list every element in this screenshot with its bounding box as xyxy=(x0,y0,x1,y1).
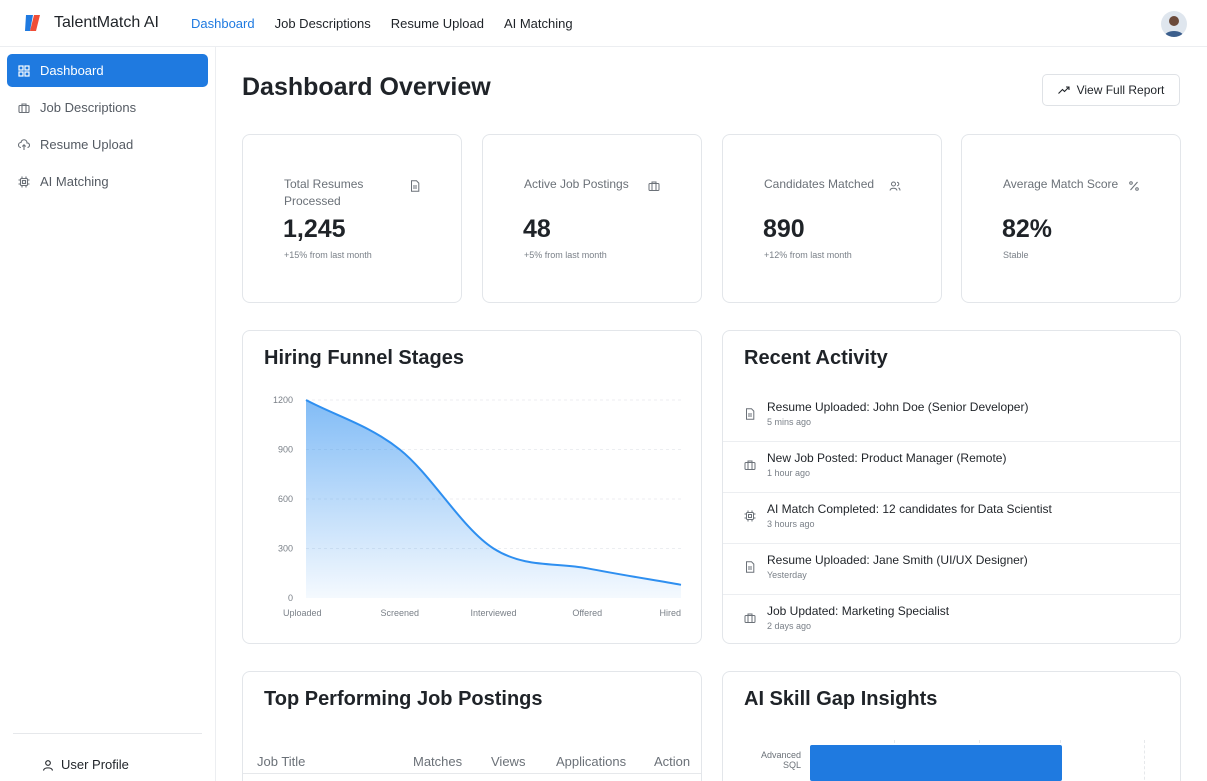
sidebar-item-label: Resume Upload xyxy=(40,137,134,152)
sidebar-item-dashboard[interactable]: Dashboard xyxy=(7,54,208,87)
page-title: Dashboard Overview xyxy=(242,73,491,101)
topnav-ai-matching[interactable]: AI Matching xyxy=(504,16,573,31)
trending-up-icon xyxy=(1057,85,1070,95)
stat-change: +5% from last month xyxy=(524,250,607,260)
y-tick-label: 0 xyxy=(288,593,293,603)
activity-item[interactable]: Job Updated: Marketing Specialist 2 days… xyxy=(723,595,1180,643)
stat-card-candidates-matched: Candidates Matched 890 +12% from last mo… xyxy=(722,134,942,303)
y-tick-label: 1200 xyxy=(273,395,293,405)
skill-bar[interactable] xyxy=(810,745,1062,781)
x-tick-label: Offered xyxy=(572,608,602,618)
stat-change: +12% from last month xyxy=(764,250,852,260)
activity-text: Resume Uploaded: John Doe (Senior Develo… xyxy=(767,400,1029,414)
view-full-report-button[interactable]: View Full Report xyxy=(1042,74,1180,106)
column-header-applications[interactable]: Applications xyxy=(556,754,626,769)
hiring-funnel-card: Hiring Funnel Stages 0 300 600 900 1200 Uploa… xyxy=(242,330,702,644)
stat-change: +15% from last month xyxy=(284,250,372,260)
sidebar-divider xyxy=(13,733,202,734)
stat-value: 1,245 xyxy=(283,215,346,243)
percent-icon xyxy=(1128,180,1140,192)
stat-value: 48 xyxy=(523,215,551,243)
grid-line xyxy=(1144,740,1145,781)
stat-card-active-jobs: Active Job Postings 48 +5% from last mon… xyxy=(482,134,702,303)
cloud-upload-icon xyxy=(18,138,30,151)
column-header-job-title[interactable]: Job Title xyxy=(257,754,305,769)
activity-item[interactable]: New Job Posted: Product Manager (Remote)… xyxy=(723,442,1180,493)
activity-text: New Job Posted: Product Manager (Remote) xyxy=(767,451,1007,465)
activity-item[interactable]: Resume Uploaded: John Doe (Senior Develo… xyxy=(723,391,1180,442)
top-nav: Dashboard Job Descriptions Resume Upload… xyxy=(191,16,573,31)
cpu-icon xyxy=(18,176,30,188)
briefcase-icon xyxy=(744,459,756,471)
y-tick-label: 600 xyxy=(278,494,293,504)
stat-label: Total Resumes Processed xyxy=(284,177,364,208)
activity-time: 2 days ago xyxy=(767,621,812,631)
app-name[interactable]: TalentMatch AI xyxy=(54,14,159,32)
activity-text: AI Match Completed: 12 candidates for Da… xyxy=(767,502,1052,516)
activity-time: 1 hour ago xyxy=(767,468,811,478)
cpu-icon xyxy=(744,510,756,522)
card-title: Top Performing Job Postings xyxy=(264,688,543,710)
table-header-divider xyxy=(243,773,701,774)
activity-item[interactable]: AI Match Completed: 12 candidates for Da… xyxy=(723,493,1180,544)
x-tick-label: Screened xyxy=(380,608,419,618)
profile-label: User Profile xyxy=(61,757,129,772)
file-icon xyxy=(744,561,756,573)
stat-card-average-match: Average Match Score 82% Stable xyxy=(961,134,1181,303)
skill-label: Advanced SQL xyxy=(760,750,801,770)
stat-label: Candidates Matched xyxy=(764,177,875,191)
stat-card-total-resumes: Total Resumes Processed 1,245 +15% from … xyxy=(242,134,462,303)
stat-value: 82% xyxy=(1002,215,1053,243)
users-icon xyxy=(889,180,901,192)
column-header-action[interactable]: Action xyxy=(654,754,690,769)
file-icon xyxy=(409,180,421,192)
column-header-views[interactable]: Views xyxy=(491,754,525,769)
sidebar-item-label: AI Matching xyxy=(40,174,109,189)
stat-change: Stable xyxy=(1003,250,1029,260)
briefcase-icon xyxy=(648,180,660,192)
user-profile-link[interactable]: User Profile xyxy=(42,757,129,772)
file-icon xyxy=(744,408,756,420)
briefcase-icon xyxy=(744,612,756,624)
topnav-dashboard[interactable]: Dashboard xyxy=(191,16,255,31)
briefcase-icon xyxy=(18,102,30,114)
activity-time: 3 hours ago xyxy=(767,519,815,529)
y-tick-label: 900 xyxy=(278,445,293,455)
stat-label: Active Job Postings xyxy=(524,177,629,191)
sidebar-item-job-descriptions[interactable]: Job Descriptions xyxy=(7,91,208,124)
sidebar-item-ai-matching[interactable]: AI Matching xyxy=(7,165,208,198)
sidebar-item-resume-upload[interactable]: Resume Upload xyxy=(7,128,208,161)
topnav-resume-upload[interactable]: Resume Upload xyxy=(391,16,484,31)
sidebar: Dashboard Job Descriptions Resume Upload… xyxy=(0,47,216,781)
card-title: AI Skill Gap Insights xyxy=(744,688,938,710)
x-tick-label: Hired xyxy=(659,608,681,618)
column-header-matches[interactable]: Matches xyxy=(413,754,462,769)
activity-item[interactable]: Resume Uploaded: Jane Smith (UI/UX Desig… xyxy=(723,544,1180,595)
top-bar: TalentMatch AI Dashboard Job Description… xyxy=(0,0,1207,47)
stat-label: Average Match Score xyxy=(1003,177,1119,191)
skill-gap-card: AI Skill Gap Insights Advanced SQL xyxy=(722,671,1181,781)
activity-time: 5 mins ago xyxy=(767,417,812,427)
sidebar-item-label: Dashboard xyxy=(40,63,104,78)
logo-icon[interactable] xyxy=(22,12,44,34)
sidebar-item-label: Job Descriptions xyxy=(40,100,137,115)
view-full-report-label: View Full Report xyxy=(1076,83,1165,97)
y-tick-label: 300 xyxy=(278,544,293,554)
x-tick-label: Uploaded xyxy=(283,608,322,618)
user-icon xyxy=(42,759,54,771)
activity-text: Job Updated: Marketing Specialist xyxy=(767,604,950,618)
activity-time: Yesterday xyxy=(767,570,807,580)
topnav-job-descriptions[interactable]: Job Descriptions xyxy=(275,16,371,31)
top-postings-card: Top Performing Job Postings Job Title Ma… xyxy=(242,671,702,781)
stat-value: 890 xyxy=(763,215,805,243)
activity-text: Resume Uploaded: Jane Smith (UI/UX Desig… xyxy=(767,553,1028,567)
recent-activity-card: Recent Activity Resume Uploaded: John Do… xyxy=(722,330,1181,644)
funnel-chart: 0 300 600 900 1200 Uploaded Screened Interviewe… xyxy=(273,395,682,618)
x-tick-label: Interviewed xyxy=(470,608,516,618)
card-title: Recent Activity xyxy=(744,347,888,369)
avatar[interactable] xyxy=(1161,11,1187,37)
grid-icon xyxy=(18,64,30,77)
